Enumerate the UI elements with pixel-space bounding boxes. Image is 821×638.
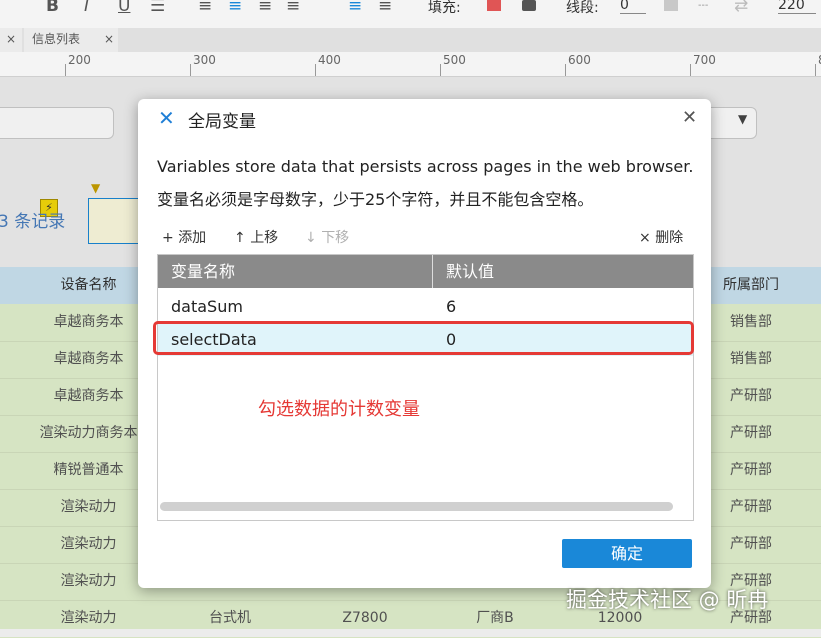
column-header-default-value: 默认值 [446,262,495,281]
ruler-tick [565,64,566,76]
variable-default-value[interactable]: 6 [446,290,456,323]
ruler-label: 500 [443,53,466,67]
app-logo-icon: ✕ [158,106,175,130]
move-up-label: 上移 [250,230,279,246]
align-left-icon[interactable]: ≡ [198,0,212,16]
size-input[interactable]: 220 [778,0,816,14]
annotation-text: 勾选数据的计数变量 [258,399,420,420]
italic-icon[interactable]: I [84,0,89,16]
stroke-width-input[interactable]: 0 [620,0,646,14]
underline-icon[interactable]: U [118,0,130,16]
close-icon: × [639,230,651,246]
highlight-box [153,321,694,355]
editor-toolbar: B I U ☰ ≡ ≡ ≡ ≡ ≡ ≡ 填充: 线段: 0 ┄ ⇄ 220 [0,0,821,29]
close-tab-icon[interactable]: × [0,28,22,52]
align-center-icon[interactable]: ≡ [228,0,242,16]
plus-icon: + [162,230,174,246]
horizontal-ruler: 200 300 400 500 600 700 800 [0,52,821,77]
ruler-tick [815,64,816,76]
horizontal-scrollbar[interactable] [160,502,673,511]
arrow-up-icon: ↑ [234,230,246,246]
ruler-label: 300 [193,53,216,67]
close-icon[interactable]: ✕ [682,107,697,128]
delete-variable-button[interactable]: × 删除 [639,227,683,247]
arrow-style-icon[interactable]: ⇄ [734,0,748,16]
ruler-label: 600 [568,53,591,67]
move-down-button[interactable]: ↓ 下移 [305,227,349,247]
add-label: 添加 [178,230,207,246]
move-down-label: 下移 [321,230,350,246]
fill-label: 填充: [428,0,461,16]
fill-color-swatch[interactable] [487,0,501,11]
tab-info-list[interactable]: 信息列表 × [24,28,118,52]
align-justify-icon[interactable]: ≡ [286,0,300,16]
page-tab-bar: × 信息列表 × [0,28,821,52]
ruler-label: 700 [693,53,716,67]
close-icon[interactable]: × [104,28,114,50]
arrow-down-icon: ↓ [305,230,317,246]
delete-label: 删除 [655,230,684,246]
align-bottom-icon[interactable]: ≡ [378,0,392,16]
tab-label: 信息列表 [32,32,81,46]
align-right-icon[interactable]: ≡ [258,0,272,16]
variables-table: 变量名称 默认值 dataSum 6 selectData 0 [157,254,694,521]
ruler-tick [65,64,66,76]
ruler-tick [315,64,316,76]
shadow-swatch[interactable] [522,0,536,11]
stroke-color-swatch[interactable] [664,0,678,11]
list-icon[interactable]: ☰ [150,0,165,16]
ruler-label: 400 [318,53,341,67]
variable-name[interactable]: dataSum [171,290,243,323]
ruler-tick [440,64,441,76]
column-divider [432,255,433,288]
column-header-variable-name: 变量名称 [171,262,236,281]
align-top-icon[interactable]: ≡ [348,0,362,16]
add-variable-button[interactable]: + 添加 [162,227,206,247]
ruler-label: 200 [68,53,91,67]
watermark: 掘金技术社区 @ 昕冉 [566,588,769,612]
line-style-icon[interactable]: ┄ [698,0,708,16]
dialog-title: 全局变量 [188,112,256,132]
move-up-button[interactable]: ↑ 上移 [234,227,278,247]
description-chinese: 变量名必须是字母数字，少于25个字符，并且不能包含空格。 [157,190,594,209]
ruler-tick [190,64,191,76]
ruler-tick [690,64,691,76]
description-english: Variables store data that persists acros… [157,157,694,176]
confirm-button[interactable]: 确定 [562,539,692,568]
variables-table-header: 变量名称 默认值 [158,255,693,288]
stroke-label: 线段: [566,0,599,16]
variable-row[interactable]: dataSum 6 [158,290,693,323]
bold-icon[interactable]: B [46,0,59,16]
